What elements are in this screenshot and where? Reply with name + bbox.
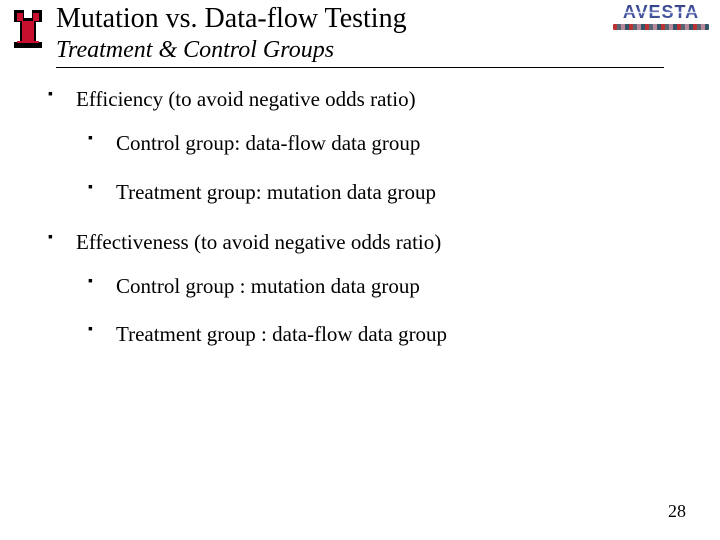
bullet-sublist: Control group : mutation data group Trea…: [76, 273, 680, 348]
list-item-text: Efficiency (to avoid negative odds ratio…: [76, 87, 416, 111]
bullet-sublist: Control group: data-flow data group Trea…: [76, 130, 680, 205]
slide-number: 28: [668, 501, 686, 522]
list-item: Treatment group: mutation data group: [76, 179, 680, 205]
list-item-text: Effectiveness (to avoid negative odds ra…: [76, 230, 441, 254]
bullet-list: Efficiency (to avoid negative odds ratio…: [40, 86, 680, 348]
slide: Mutation vs. Data-flow Testing Treatment…: [0, 0, 720, 540]
brand-logo: AVESTA: [612, 2, 710, 30]
list-item: Control group: data-flow data group: [76, 130, 680, 156]
list-item-text: Treatment group: mutation data group: [116, 180, 436, 204]
list-item: Efficiency (to avoid negative odds ratio…: [40, 86, 680, 205]
list-item-text: Control group : mutation data group: [116, 274, 420, 298]
slide-title: Mutation vs. Data-flow Testing: [56, 4, 708, 35]
list-item-text: Control group: data-flow data group: [116, 131, 420, 155]
brand-logo-bar-icon: [613, 24, 709, 30]
content: Efficiency (to avoid negative odds ratio…: [0, 68, 720, 348]
list-item: Treatment group : data-flow data group: [76, 321, 680, 347]
list-item: Control group : mutation data group: [76, 273, 680, 299]
title-block: Mutation vs. Data-flow Testing Treatment…: [50, 4, 708, 63]
university-logo-icon: [6, 6, 50, 50]
brand-logo-text: AVESTA: [612, 2, 710, 23]
list-item-text: Treatment group : data-flow data group: [116, 322, 447, 346]
list-item: Effectiveness (to avoid negative odds ra…: [40, 229, 680, 348]
slide-subtitle: Treatment & Control Groups: [56, 37, 708, 63]
